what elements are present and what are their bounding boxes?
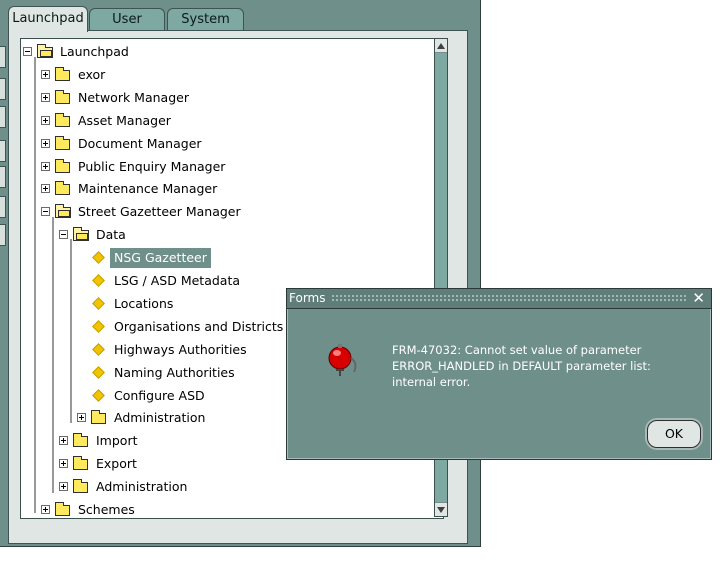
collapse-icon[interactable] [23,47,32,56]
tree-node-label: Network Manager [78,89,189,105]
close-icon[interactable]: ✕ [692,289,705,307]
folder-icon [55,135,70,150]
tree-node-label: exor [78,66,106,82]
expand-icon[interactable] [59,459,68,469]
diamond-icon [92,342,105,356]
tree-node-label: Administration [114,410,206,426]
tree-node-label: Document Manager [78,135,202,151]
expand-icon[interactable] [41,115,50,125]
tree-node-label: Administration [96,479,188,495]
tree-node-label: Export [96,456,137,472]
collapse-icon[interactable] [41,207,50,217]
tree-node[interactable]: Maintenance Manager [21,179,441,199]
expand-icon[interactable] [77,413,86,423]
folder-icon [55,66,70,81]
tree-node-label: Schemes [78,502,135,517]
error-message: FRM-47032: Cannot set value of parameter… [392,343,651,389]
forms-error-dialog: Forms ✕ FRM-47032: Cannot set value of p… [286,288,712,460]
tree-node-label: Configure ASD [114,387,205,403]
tree-node-label: NSG Gazetteer [110,248,211,269]
tree-node[interactable]: Document Manager [21,134,441,154]
strip-control[interactable] [0,46,6,68]
diamond-icon [92,319,105,333]
diamond-icon [92,251,105,264]
tree-node-label: Naming Authorities [114,364,235,380]
diamond-icon [92,274,105,287]
tree-node-label: Launchpad [60,44,129,59]
strip-control[interactable] [0,166,6,188]
tree-node-label: LSG / ASD Metadata [114,273,241,288]
expand-icon[interactable] [41,92,50,102]
expand-icon[interactable] [41,505,50,514]
tree-node-label: Asset Manager [78,112,171,128]
tree-node-label: Import [96,433,138,449]
main-window: Launchpad User System Launchpad exor Netwo… [0,0,481,547]
titlebar-pattern [331,294,687,302]
folder-open-icon [73,227,89,242]
tree-node-label: Organisations and Districts [114,318,284,334]
folder-icon [73,479,88,494]
expand-icon[interactable] [41,69,50,79]
strip-control[interactable] [0,78,6,100]
alarm-bell-icon [328,344,357,376]
tab-user[interactable]: User [89,8,165,31]
strip-control[interactable] [0,106,6,128]
tree-node-label: Locations [114,295,174,311]
tree-node[interactable]: NSG Gazetteer [21,248,441,269]
folder-icon [55,181,70,196]
expand-icon[interactable] [59,436,68,446]
tree-node[interactable]: Network Manager [21,88,441,108]
folder-icon [55,89,70,104]
tree-node-label: Street Gazetteer Manager [78,204,241,220]
strip-control[interactable] [0,140,6,162]
tree-node-label: Data [96,227,126,243]
folder-open-icon [55,204,71,219]
tree-node-label: Maintenance Manager [78,181,218,197]
scroll-up-button[interactable] [435,39,447,53]
folder-icon [73,456,88,471]
folder-icon [91,410,106,425]
folder-icon [55,158,70,173]
diamond-icon [92,297,105,310]
tree-node[interactable]: exor [21,65,441,85]
tree-node[interactable]: Data [21,225,441,245]
ok-button[interactable]: OK [647,420,701,448]
strip-control[interactable] [0,196,6,218]
left-edge-strip [0,36,7,546]
scroll-down-button[interactable] [435,502,447,516]
tree-node[interactable]: Street Gazetteer Manager [21,202,441,222]
tree-node[interactable]: Administration [21,477,441,497]
folder-icon [55,502,70,516]
dialog-title: Forms [289,291,326,305]
strip-control[interactable] [0,224,6,246]
tree-node[interactable]: Schemes [21,500,441,518]
diamond-icon [92,388,105,402]
tab-system[interactable]: System [167,8,244,31]
tree-node[interactable]: Public Enquiry Manager [21,157,441,177]
ok-button-label: OK [664,426,684,441]
diamond-icon [92,365,105,379]
folder-open-icon [37,44,53,58]
tree-node-label: Highways Authorities [114,341,247,357]
launchpad-panel: Launchpad exor Network Manager Asset Manage… [8,30,468,544]
folder-icon [73,433,88,448]
expand-icon[interactable] [41,161,50,171]
tree-node[interactable]: Asset Manager [21,111,441,131]
expand-icon[interactable] [41,138,50,148]
collapse-icon[interactable] [59,230,68,240]
tab-launchpad[interactable]: Launchpad [8,6,88,32]
dialog-titlebar[interactable]: Forms ✕ [287,289,711,309]
folder-icon [55,112,70,127]
tree-node[interactable]: Launchpad [21,42,441,62]
expand-icon[interactable] [59,482,68,492]
tree-node-label: Public Enquiry Manager [78,158,226,174]
expand-icon[interactable] [41,184,50,194]
